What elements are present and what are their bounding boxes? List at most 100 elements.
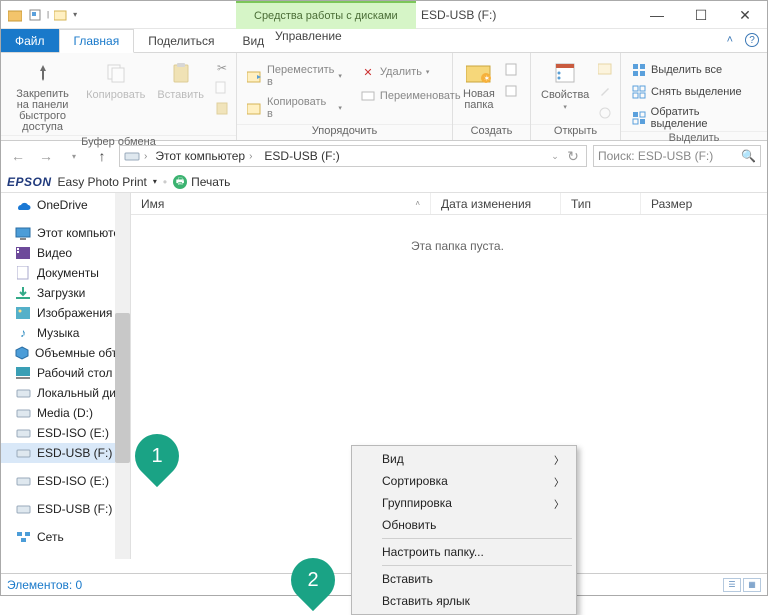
nav-3d-objects[interactable]: Объемные объекты bbox=[1, 343, 130, 363]
hdd-icon bbox=[15, 502, 31, 516]
close-button[interactable]: ✕ bbox=[723, 1, 767, 29]
nav-media-d[interactable]: Media (D:) bbox=[1, 403, 130, 423]
paste-icon bbox=[167, 59, 195, 87]
epson-epp-link[interactable]: Easy Photo Print bbox=[58, 175, 147, 189]
nav-up-button[interactable]: ↑ bbox=[91, 145, 113, 167]
select-all-button[interactable]: Выделить все bbox=[627, 61, 761, 79]
ctx-separator bbox=[382, 565, 572, 566]
ribbon: Закрепить на панели быстрого доступа Коп… bbox=[1, 53, 767, 141]
history-icon[interactable] bbox=[597, 105, 613, 121]
cube-icon bbox=[15, 346, 29, 360]
contextual-tab-group: Средства работы с дисками bbox=[236, 1, 416, 29]
network-icon bbox=[15, 530, 31, 544]
breadcrumb-current[interactable]: ESD-USB (F:) bbox=[260, 149, 343, 163]
picture-icon bbox=[15, 306, 31, 320]
maximize-button[interactable]: ☐ bbox=[679, 1, 723, 29]
col-date[interactable]: Дата изменения bbox=[431, 193, 561, 214]
epson-brand: EPSON bbox=[7, 175, 52, 189]
easy-access-icon[interactable] bbox=[503, 83, 519, 99]
nav-esd-usb-f[interactable]: ESD-USB (F:) bbox=[1, 443, 130, 463]
nav-local-disk[interactable]: Локальный диск bbox=[1, 383, 130, 403]
nav-esd-usb-f-2[interactable]: ESD-USB (F:) bbox=[1, 499, 130, 519]
nav-forward-button: → bbox=[35, 145, 57, 167]
move-to-button: Переместить в▾ bbox=[243, 63, 346, 89]
invert-selection-button[interactable]: Обратить выделение bbox=[627, 105, 761, 131]
nav-desktop[interactable]: Рабочий стол bbox=[1, 363, 130, 383]
new-folder-icon: ✶ bbox=[465, 59, 493, 87]
pin-icon bbox=[29, 59, 57, 87]
address-dropdown-icon[interactable]: ⌄ bbox=[546, 145, 564, 167]
nav-network[interactable]: Сеть bbox=[1, 527, 130, 547]
nav-videos[interactable]: Видео bbox=[1, 243, 130, 263]
tab-manage[interactable]: Управление bbox=[261, 29, 356, 43]
copyto-icon bbox=[247, 100, 263, 116]
chevron-right-icon: 〉 bbox=[554, 496, 564, 511]
select-none-button[interactable]: Снять выделение bbox=[627, 83, 761, 101]
window-title: ESD-USB (F:) bbox=[421, 8, 496, 22]
hdd-icon bbox=[15, 446, 31, 460]
cut-icon[interactable]: ✂ bbox=[214, 61, 230, 75]
ctx-paste[interactable]: Вставить bbox=[354, 568, 574, 590]
select-all-icon bbox=[631, 62, 647, 78]
rename-button: Переименовать bbox=[356, 87, 465, 105]
nav-scrollbar-thumb[interactable] bbox=[115, 313, 130, 463]
properties-button[interactable]: Свойства▾ bbox=[537, 57, 593, 113]
edit-icon[interactable] bbox=[597, 83, 613, 99]
new-item-icon[interactable] bbox=[503, 61, 519, 77]
qat-divider: | bbox=[47, 10, 49, 19]
chevron-right-icon: 〉 bbox=[554, 452, 564, 467]
nav-esd-iso-e-2[interactable]: ESD-ISO (E:) bbox=[1, 471, 130, 491]
paste-shortcut-icon[interactable] bbox=[214, 101, 230, 115]
hdd-icon bbox=[15, 474, 31, 488]
col-name[interactable]: Имя˄ bbox=[131, 193, 431, 214]
pin-to-quick-access-button[interactable]: Закрепить на панели быстрого доступа bbox=[7, 57, 78, 135]
tab-share[interactable]: Поделиться bbox=[134, 29, 228, 52]
nav-downloads[interactable]: Загрузки bbox=[1, 283, 130, 303]
ribbon-collapse-icon[interactable]: ˄ bbox=[727, 34, 733, 46]
search-input[interactable]: Поиск: ESD-USB (F:) 🔍 bbox=[593, 145, 761, 167]
tab-file[interactable]: Файл bbox=[1, 29, 59, 52]
onedrive-icon bbox=[15, 198, 31, 212]
refresh-icon[interactable]: ↻ bbox=[564, 145, 582, 167]
breadcrumb-sep[interactable]: › bbox=[144, 151, 147, 162]
computer-icon bbox=[15, 226, 31, 240]
ctx-sort[interactable]: Сортировка〉 bbox=[354, 470, 574, 492]
nav-pictures[interactable]: Изображения bbox=[1, 303, 130, 323]
qat-dropdown-icon[interactable]: ▾ bbox=[73, 10, 77, 19]
ctx-refresh[interactable]: Обновить bbox=[354, 514, 574, 536]
qat-properties-icon[interactable] bbox=[27, 7, 43, 23]
nav-scrollbar[interactable] bbox=[115, 193, 130, 559]
nav-music[interactable]: ♪Музыка bbox=[1, 323, 130, 343]
nav-this-pc[interactable]: Этот компьютер bbox=[1, 223, 130, 243]
nav-back-button[interactable]: ← bbox=[7, 145, 29, 167]
move-icon bbox=[247, 68, 263, 84]
details-view-button[interactable]: ☰ bbox=[723, 578, 741, 592]
delete-button: ✕Удалить▾ bbox=[356, 63, 465, 81]
nav-documents[interactable]: Документы bbox=[1, 263, 130, 283]
print-icon: 🖶 bbox=[173, 175, 187, 189]
nav-recent-button[interactable]: ▾ bbox=[63, 145, 85, 167]
hdd-icon bbox=[15, 426, 31, 440]
ctx-paste-shortcut[interactable]: Вставить ярлык bbox=[354, 590, 574, 612]
help-icon[interactable]: ? bbox=[745, 33, 759, 47]
svg-text:✶: ✶ bbox=[483, 74, 490, 83]
nav-esd-iso-e[interactable]: ESD-ISO (E:) bbox=[1, 423, 130, 443]
col-size[interactable]: Размер bbox=[641, 193, 721, 214]
address-bar[interactable]: › Этот компьютер› ESD-USB (F:) ⌄ ↻ bbox=[119, 145, 587, 167]
icons-view-button[interactable]: ▦ bbox=[743, 578, 761, 592]
breadcrumb-root[interactable]: Этот компьютер› bbox=[151, 149, 256, 163]
new-folder-button[interactable]: ✶ Новая папка bbox=[459, 57, 499, 113]
ctx-customize[interactable]: Настроить папку... bbox=[354, 541, 574, 563]
epson-print-button[interactable]: 🖶Печать bbox=[173, 175, 230, 189]
open-icon[interactable] bbox=[597, 61, 613, 77]
minimize-button[interactable]: ― bbox=[635, 1, 679, 29]
col-type[interactable]: Тип bbox=[561, 193, 641, 214]
tab-home[interactable]: Главная bbox=[59, 29, 135, 53]
copy-path-icon[interactable] bbox=[214, 81, 230, 95]
nav-onedrive[interactable]: OneDrive bbox=[1, 195, 130, 215]
qat-newfolder-icon[interactable] bbox=[53, 7, 69, 23]
navigation-pane[interactable]: OneDrive Этот компьютер Видео Документы … bbox=[1, 193, 131, 559]
epson-dropdown-icon[interactable]: ▾ bbox=[153, 177, 157, 186]
ctx-group[interactable]: Группировка〉 bbox=[354, 492, 574, 514]
ctx-view[interactable]: Вид〉 bbox=[354, 448, 574, 470]
